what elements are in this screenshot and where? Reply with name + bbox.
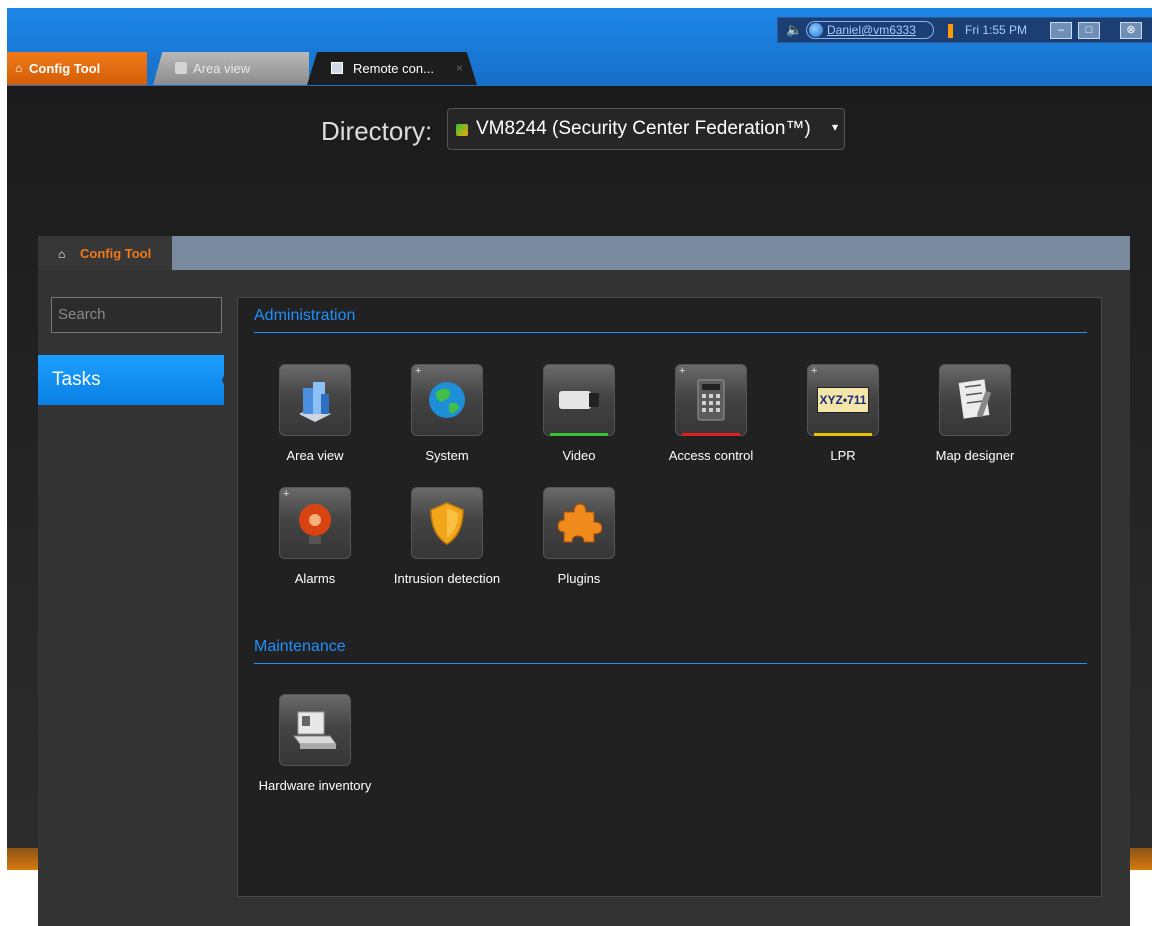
config-tool-panel: ⌂ Config Tool Search Tasks Administratio…: [38, 236, 1130, 926]
tab-label: Config Tool: [29, 61, 101, 76]
task-system[interactable]: + System: [381, 364, 513, 465]
system-tile: +: [411, 364, 483, 436]
task-label: Plugins: [557, 571, 601, 586]
system-tray: 🔈 Daniel@vm6333 Fri 1:55 PM – □ ⊗: [777, 17, 1152, 43]
task-label: LPR: [830, 448, 856, 463]
task-video[interactable]: Video: [513, 364, 645, 465]
task-label: Hardware inventory: [258, 778, 372, 793]
tab-label: Area view: [193, 61, 251, 76]
user-name: Daniel@vm6333: [827, 23, 916, 37]
section-title-administration: Administration: [254, 307, 356, 324]
video-tile: [543, 364, 615, 436]
tab-config-tool[interactable]: ⌂ Config Tool: [7, 52, 147, 85]
task-intrusion-detection[interactable]: Intrusion detection: [381, 487, 513, 588]
lpr-tile: + XYZ•711: [807, 364, 879, 436]
task-access-control[interactable]: + Access control: [645, 364, 777, 465]
keypad-icon: [697, 379, 725, 421]
task-label: Map designer: [935, 448, 1015, 463]
map-designer-tile: [939, 364, 1011, 436]
hardware-inventory-icon: [293, 711, 337, 749]
user-account-button[interactable]: Daniel@vm6333: [806, 21, 934, 39]
maximize-button[interactable]: □: [1078, 22, 1100, 39]
clock: Fri 1:55 PM: [965, 23, 1028, 37]
task-label: Video: [562, 448, 596, 463]
search-input[interactable]: Search: [51, 297, 222, 333]
home-icon: ⌂: [58, 247, 66, 261]
task-plugins[interactable]: Plugins: [513, 487, 645, 588]
globe-icon: [429, 382, 465, 418]
intrusion-detection-tile: [411, 487, 483, 559]
task-area-view[interactable]: Area view: [249, 364, 381, 465]
alarms-tile: +: [279, 487, 351, 559]
plus-icon: +: [679, 365, 686, 377]
video-indicator: [550, 433, 608, 436]
close-tab-icon[interactable]: ×: [456, 52, 463, 85]
minimize-button[interactable]: –: [1050, 22, 1072, 39]
access-control-tile: +: [675, 364, 747, 436]
title-bar: 🔈 Daniel@vm6333 Fri 1:55 PM – □ ⊗ ⌂ Conf…: [7, 8, 1152, 86]
task-lpr[interactable]: + XYZ•711 LPR: [777, 364, 909, 465]
task-label: Area view: [286, 448, 344, 463]
tab-remote-config[interactable]: Remote con... ×: [307, 52, 477, 85]
task-label: System: [425, 448, 469, 463]
camera-icon: [559, 391, 599, 409]
plugins-tile: [543, 487, 615, 559]
section-divider: [254, 663, 1087, 664]
area-view-icon: [175, 62, 187, 74]
status-bar-icon: [948, 24, 953, 38]
tab-config-tool-home[interactable]: ⌂ Config Tool: [38, 236, 172, 270]
directory-value: VM8244 (Security Center Federation™): [476, 118, 811, 139]
lpr-indicator: [814, 433, 872, 436]
speaker-icon[interactable]: 🔈: [786, 22, 802, 38]
sidebar-item-tasks[interactable]: Tasks: [38, 355, 224, 405]
section-divider: [254, 332, 1087, 333]
home-icon: ⌂: [15, 61, 23, 75]
tab-label: Config Tool: [80, 246, 152, 261]
directory-label: Directory:: [321, 116, 433, 146]
license-plate-icon: XYZ•711: [817, 387, 869, 413]
hardware-inventory-tile: [279, 694, 351, 766]
close-window-button[interactable]: ⊗: [1120, 22, 1142, 39]
plus-icon: +: [283, 488, 290, 500]
puzzle-icon: [557, 503, 602, 543]
task-map-designer[interactable]: Map designer: [909, 364, 1041, 465]
globe-icon: [809, 23, 823, 37]
buildings-icon: [299, 382, 331, 422]
shield-icon: [430, 502, 464, 545]
task-alarms[interactable]: + Alarms: [249, 487, 381, 588]
task-label: Alarms: [294, 571, 336, 586]
connection-icon: [456, 124, 468, 136]
map-designer-icon: [958, 379, 992, 419]
task-label: Access control: [668, 448, 754, 463]
application-window: 🔈 Daniel@vm6333 Fri 1:55 PM – □ ⊗ ⌂ Conf…: [7, 8, 1152, 926]
plus-icon: +: [415, 365, 422, 377]
chevron-down-icon: ▾: [831, 120, 838, 134]
remote-config-icon: [331, 62, 343, 74]
inner-tab-bar: ⌂ Config Tool: [38, 236, 1130, 270]
plate-text: XYZ•711: [819, 393, 867, 407]
task-hardware-inventory[interactable]: Hardware inventory: [249, 694, 381, 795]
alarm-bell-icon: [299, 504, 331, 544]
access-control-indicator: [682, 433, 740, 436]
section-title-maintenance: Maintenance: [254, 638, 346, 655]
task-label: Intrusion detection: [393, 571, 501, 586]
plus-icon: +: [811, 365, 818, 377]
main-area: Directory: VM8244 (Security Center Feder…: [7, 86, 1152, 926]
tab-area-view[interactable]: Area view: [153, 52, 309, 85]
tasks-content: Administration Area view + System Video …: [237, 297, 1102, 897]
tab-label: Remote con...: [353, 61, 434, 76]
area-view-tile: [279, 364, 351, 436]
directory-select[interactable]: VM8244 (Security Center Federation™) ▾: [447, 108, 845, 150]
